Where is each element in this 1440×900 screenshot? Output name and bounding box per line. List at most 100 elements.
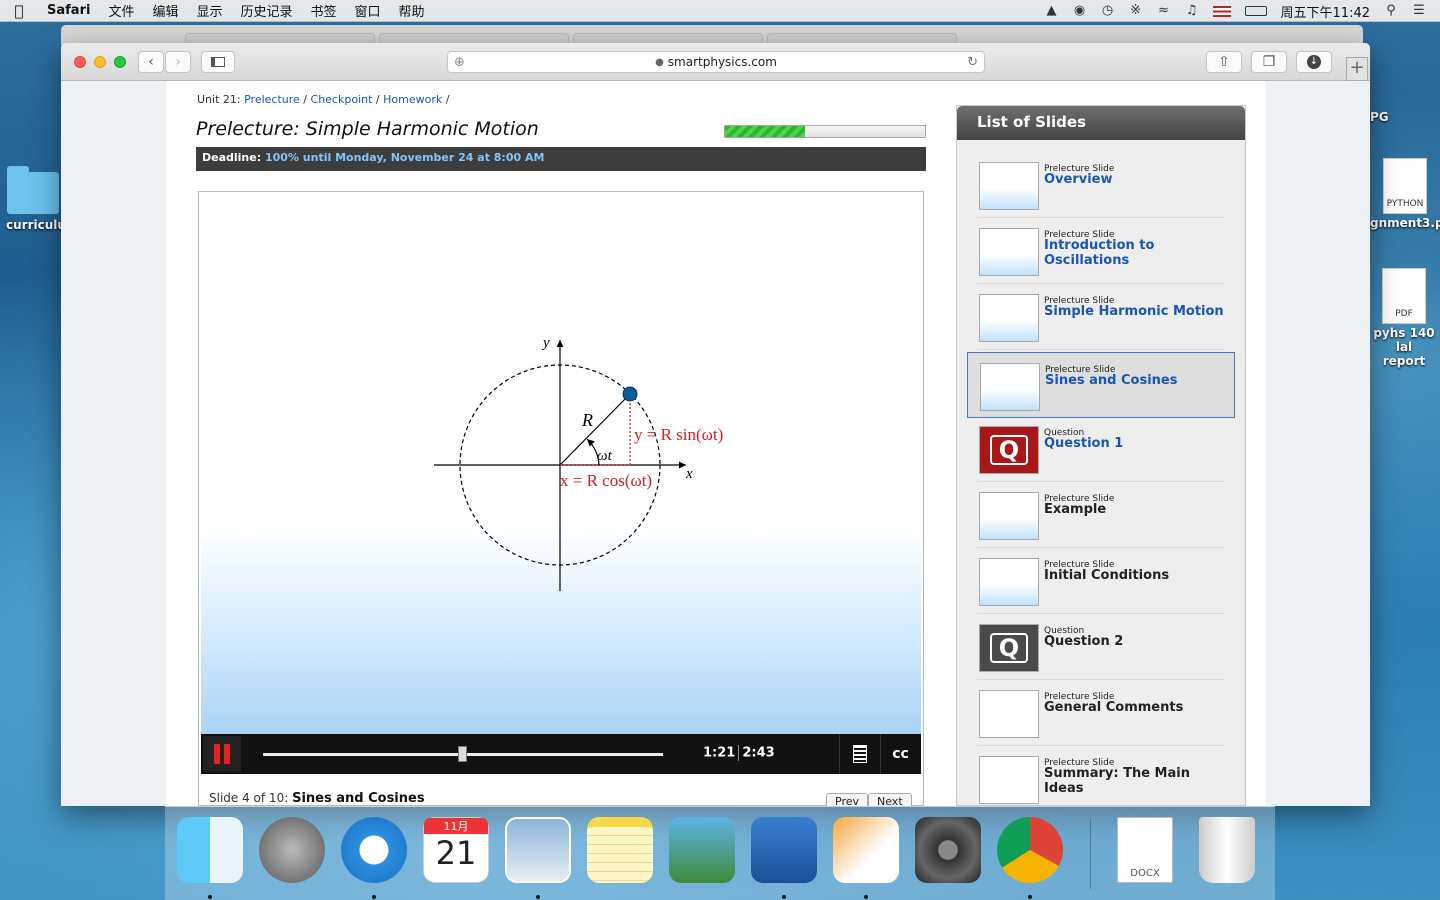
background-tab-strip <box>61 25 1363 45</box>
chrome-icon[interactable] <box>997 817 1063 883</box>
slide-name: Question 2 <box>1044 634 1124 649</box>
slide-list-item[interactable]: Prelecture Slide Example <box>977 482 1225 548</box>
slide-canvas[interactable]: y x R ωt y = R sin(ωt) x = R cos(ωt) <box>201 194 921 734</box>
system-preferences-icon[interactable] <box>915 817 981 883</box>
address-bar[interactable]: ⊕ ● smartphysics.com ↻ <box>447 51 985 73</box>
dock: 11月 21 DOCX <box>165 806 1275 900</box>
battery-icon[interactable] <box>1244 6 1267 16</box>
volume-icon[interactable]: ♫ <box>1185 4 1199 18</box>
share-button[interactable]: ⇧ <box>1206 51 1242 73</box>
menu-help[interactable]: 帮助 <box>390 1 434 20</box>
finder-icon[interactable] <box>177 817 243 883</box>
running-indicator <box>1028 895 1032 899</box>
menu-view[interactable]: 显示 <box>187 1 231 20</box>
captions-button[interactable]: cc <box>880 734 920 774</box>
url-text: smartphysics.com <box>667 55 777 69</box>
plus-icon: + <box>1349 57 1365 78</box>
dictionary-icon[interactable] <box>751 817 817 883</box>
downloads-button[interactable]: ↓ <box>1296 51 1332 73</box>
current-time: 1:21 <box>703 745 736 761</box>
transcript-button[interactable] <box>839 734 879 774</box>
apple-menu-icon[interactable]:  <box>0 2 38 20</box>
notification-bell-icon[interactable]: ▲ <box>1045 4 1059 18</box>
calendar-day: 21 <box>435 834 477 872</box>
back-button[interactable]: ‹ <box>138 51 164 73</box>
breadcrumb-prelecture[interactable]: Prelecture <box>244 93 300 106</box>
captions-icon: cc <box>892 746 909 762</box>
us-flag-input-icon[interactable] <box>1212 5 1231 17</box>
browser-toolbar: ‹ › ⊕ ● smartphysics.com ↻ ⇧ ❐ ↓ <box>61 43 1370 81</box>
unit-circle-diagram: y x R ωt y = R sin(ωt) x = R cos(ωt) <box>434 335 723 591</box>
sidebar-button[interactable] <box>201 51 235 73</box>
slide-thumbnail <box>979 756 1039 804</box>
mail-icon[interactable] <box>505 817 571 883</box>
slide-list-item[interactable]: Prelecture Slide Overview <box>977 152 1225 218</box>
iphoto-icon[interactable] <box>669 817 735 883</box>
prev-button[interactable]: Prev <box>826 793 868 806</box>
seek-bar[interactable] <box>263 746 663 762</box>
menu-file[interactable]: 文件 <box>99 1 143 20</box>
menu-bookmarks[interactable]: 书签 <box>302 1 346 20</box>
breadcrumb-homework[interactable]: Homework <box>383 93 442 106</box>
desktop-pdf-file[interactable]: PDF pyhs 140 lal report <box>1368 268 1440 368</box>
list-menu-icon[interactable]: ☰ <box>1412 4 1426 18</box>
pdf-file-icon: PDF <box>1382 268 1426 324</box>
slide-name: Sines and Cosines <box>1045 373 1178 388</box>
seek-handle[interactable] <box>458 746 467 762</box>
spotlight-alt-icon[interactable]: ◉ <box>1073 4 1087 18</box>
docx-file-icon[interactable]: DOCX <box>1117 817 1173 883</box>
bluetooth-icon[interactable]: ※ <box>1129 4 1143 18</box>
next-button[interactable]: Next <box>868 793 912 806</box>
zoom-window-button[interactable] <box>114 56 126 68</box>
running-indicator <box>208 895 212 899</box>
reader-add-icon[interactable]: ⊕ <box>454 55 465 70</box>
slide-list-item[interactable]: Prelecture Slide General Comments <box>977 680 1225 746</box>
slide-list-item[interactable]: Prelecture Slide Introduction to Oscilla… <box>977 218 1225 284</box>
slide-list-panel: List of Slides Prelecture Slide Overview… <box>956 105 1246 806</box>
docx-label: DOCX <box>1130 868 1160 879</box>
forward-button[interactable]: › <box>165 51 191 73</box>
slide-thumbnail <box>979 492 1039 540</box>
reload-icon[interactable]: ↻ <box>967 55 978 70</box>
slide-thumbnail <box>979 228 1039 276</box>
python-file-label: gnment3.py <box>1370 216 1440 230</box>
menu-history[interactable]: 历史记录 <box>231 1 301 20</box>
tab-overview-button[interactable]: ❐ <box>1251 51 1287 73</box>
pages-icon[interactable] <box>833 817 899 883</box>
slide-list-item[interactable]: Q Question Question 1 <box>977 416 1225 482</box>
wifi-icon[interactable]: ≈ <box>1157 4 1171 18</box>
safari-icon[interactable] <box>341 817 407 883</box>
breadcrumb-checkpoint[interactable]: Checkpoint <box>311 93 373 106</box>
notes-icon[interactable] <box>587 817 653 883</box>
question-icon: Q <box>990 633 1028 663</box>
menu-clock[interactable]: 周五下午11:42 <box>1281 2 1370 21</box>
slide-list-item[interactable]: Prelecture Slide Simple Harmonic Motion <box>977 284 1225 350</box>
minimize-window-button[interactable] <box>94 56 106 68</box>
slide-list-item[interactable]: Prelecture Slide Summary: The Main Ideas <box>977 746 1225 805</box>
slide-name: Initial Conditions <box>1044 568 1170 583</box>
calendar-icon[interactable]: 11月 21 <box>423 817 489 883</box>
search-icon[interactable]: ⚲ <box>1384 4 1398 18</box>
close-window-button[interactable] <box>74 56 86 68</box>
slide-list-item[interactable]: Prelecture Slide Initial Conditions <box>977 548 1225 614</box>
menu-window[interactable]: 窗口 <box>346 1 390 20</box>
menu-app-safari[interactable]: Safari <box>38 3 99 18</box>
slide-thumbnail <box>979 690 1039 738</box>
desktop-python-file[interactable]: PYTHON gnment3.py <box>1370 158 1440 230</box>
slide-list-item[interactable]: Q Question Question 2 <box>977 614 1225 680</box>
desktop-folder[interactable]: curriculu <box>2 166 66 232</box>
breadcrumb-sep: / <box>375 93 380 106</box>
pause-button[interactable] <box>203 736 241 772</box>
time-machine-icon[interactable]: ◷ <box>1101 4 1115 18</box>
trash-icon[interactable] <box>1199 817 1255 883</box>
desktop-label-pg: PG <box>1370 110 1389 124</box>
breadcrumb-sep: / <box>445 93 450 106</box>
question-thumbnail: Q <box>979 624 1039 672</box>
time-display: 1:21 2:43 <box>703 745 775 761</box>
new-tab-button[interactable]: + <box>1346 57 1368 81</box>
launchpad-icon[interactable] <box>259 817 325 883</box>
menu-edit[interactable]: 编辑 <box>143 1 187 20</box>
y-equation: y = R sin(ωt) <box>634 425 723 444</box>
x-axis-label: x <box>685 466 693 482</box>
slide-list-item-active[interactable]: Prelecture Slide Sines and Cosines <box>967 352 1235 418</box>
